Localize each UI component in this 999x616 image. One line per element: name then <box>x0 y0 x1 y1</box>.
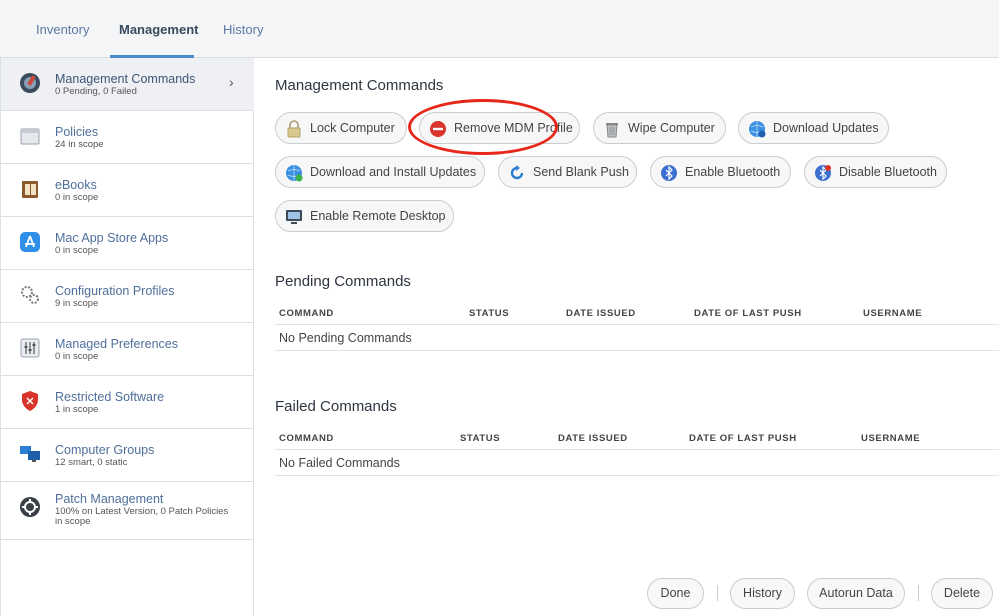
remote-desktop-icon <box>286 210 302 224</box>
mdm-icon <box>20 73 40 93</box>
ebooks-icon <box>22 181 38 198</box>
column-header-date-issued: DATE ISSUED <box>566 308 636 319</box>
divider <box>275 449 999 450</box>
lock-computer-button[interactable]: Lock Computer <box>275 112 407 144</box>
sidebar-item-title: Managed Preferences <box>55 337 178 351</box>
computer-groups-icon <box>20 446 40 462</box>
button-label: Download Updates <box>773 121 879 135</box>
wipe-computer-button[interactable]: Wipe Computer <box>593 112 726 144</box>
globe-install-icon <box>286 165 303 182</box>
column-header-username: USERNAME <box>863 308 923 319</box>
column-header-date-last-push: DATE OF LAST PUSH <box>689 433 797 444</box>
lock-icon <box>287 120 301 138</box>
globe-download-icon <box>749 121 766 138</box>
sidebar-item-subtitle: 12 smart, 0 static <box>55 457 128 468</box>
sidebar-item-subtitle: 0 Pending, 0 Failed <box>55 86 137 97</box>
policies-icon <box>20 128 40 145</box>
tab-management[interactable]: Management <box>119 22 198 37</box>
autorun-data-button[interactable]: Autorun Data <box>807 578 905 609</box>
column-header-status: STATUS <box>460 433 501 444</box>
sidebar-item-subtitle: 0 in scope <box>55 192 99 203</box>
column-header-username: USERNAME <box>861 433 921 444</box>
delete-button[interactable]: Delete <box>931 578 993 609</box>
sliders-icon <box>20 338 40 358</box>
sidebar-item-title: Management Commands <box>55 72 196 86</box>
button-label: Lock Computer <box>310 121 395 135</box>
sidebar-item-subtitle: 0 in scope <box>55 245 99 256</box>
page-title: Management Commands <box>275 77 444 94</box>
sidebar-item-subtitle-cont: in scope <box>55 516 91 527</box>
sidebar-item-title: Mac App Store Apps <box>55 231 169 245</box>
bluetooth-disabled-icon <box>815 165 831 181</box>
sidebar-item-subtitle: 0 in scope <box>55 351 99 362</box>
shield-icon <box>22 391 38 411</box>
sidebar-item-management-commands[interactable]: Management Commands 0 Pending, 0 Failed … <box>1 58 254 111</box>
sidebar-item-title: Patch Management <box>55 492 164 506</box>
footer-separator <box>717 585 718 601</box>
failed-commands-title: Failed Commands <box>275 398 397 415</box>
tab-inventory[interactable]: Inventory <box>36 22 89 37</box>
sidebar-item-title: Configuration Profiles <box>55 284 175 298</box>
button-label: Send Blank Push <box>533 165 629 179</box>
divider <box>275 350 999 351</box>
column-header-command: COMMAND <box>279 308 334 319</box>
download-updates-button[interactable]: Download Updates <box>738 112 889 144</box>
sidebar-item-title: Policies <box>55 125 99 139</box>
button-label: Enable Remote Desktop <box>310 209 446 223</box>
tab-history[interactable]: History <box>223 22 263 37</box>
disable-bluetooth-button[interactable]: Disable Bluetooth <box>804 156 947 188</box>
gears-icon <box>21 286 39 304</box>
button-label: Disable Bluetooth <box>839 165 937 179</box>
patch-icon <box>20 497 40 517</box>
bluetooth-icon <box>661 165 677 181</box>
download-install-updates-button[interactable]: Download and Install Updates <box>275 156 485 188</box>
sidebar-item-ebooks[interactable]: eBooks 0 in scope <box>1 164 254 217</box>
column-header-status: STATUS <box>469 308 510 319</box>
sidebar-item-title: Restricted Software <box>55 390 165 404</box>
sidebar-item-computer-groups[interactable]: Computer Groups 12 smart, 0 static <box>1 429 254 482</box>
send-blank-push-button[interactable]: Send Blank Push <box>498 156 637 188</box>
empty-state-text: No Failed Commands <box>279 456 400 470</box>
sidebar-item-restricted-software[interactable]: Restricted Software 1 in scope <box>1 376 254 429</box>
empty-state-text: No Pending Commands <box>279 331 412 345</box>
chevron-right-icon: › <box>229 74 234 90</box>
sidebar-item-configuration-profiles[interactable]: Configuration Profiles 9 in scope <box>1 270 254 323</box>
divider <box>275 324 999 325</box>
sidebar-item-mac-app-store-apps[interactable]: Mac App Store Apps 0 in scope <box>1 217 254 270</box>
sidebar-item-subtitle: 1 in scope <box>55 404 99 415</box>
sidebar-item-title: eBooks <box>55 178 97 192</box>
pending-commands-title: Pending Commands <box>275 273 411 290</box>
sidebar-item-patch-management[interactable]: Patch Management 100% on Latest Version,… <box>1 482 254 540</box>
enable-remote-desktop-button[interactable]: Enable Remote Desktop <box>275 200 454 232</box>
history-button[interactable]: History <box>730 578 795 609</box>
app-store-icon <box>20 232 40 252</box>
button-label: Enable Bluetooth <box>685 165 781 179</box>
sidebar-item-subtitle: 24 in scope <box>55 139 104 150</box>
done-button[interactable]: Done <box>647 578 704 609</box>
divider <box>275 475 999 476</box>
button-label: Wipe Computer <box>628 121 715 135</box>
enable-bluetooth-button[interactable]: Enable Bluetooth <box>650 156 791 188</box>
refresh-icon <box>510 165 524 180</box>
sidebar: Management Commands 0 Pending, 0 Failed … <box>0 58 254 616</box>
sidebar-item-subtitle: 9 in scope <box>55 298 99 309</box>
footer-separator <box>918 585 919 601</box>
trash-icon <box>606 123 618 138</box>
sidebar-item-policies[interactable]: Policies 24 in scope <box>1 111 254 164</box>
top-tab-bar: Inventory Management History <box>0 0 999 58</box>
column-header-command: COMMAND <box>279 433 334 444</box>
button-label: Download and Install Updates <box>310 165 477 179</box>
column-header-date-last-push: DATE OF LAST PUSH <box>694 308 802 319</box>
sidebar-item-title: Computer Groups <box>55 443 155 457</box>
sidebar-item-managed-preferences[interactable]: Managed Preferences 0 in scope <box>1 323 254 376</box>
column-header-date-issued: DATE ISSUED <box>558 433 628 444</box>
annotation-circle <box>408 99 558 155</box>
